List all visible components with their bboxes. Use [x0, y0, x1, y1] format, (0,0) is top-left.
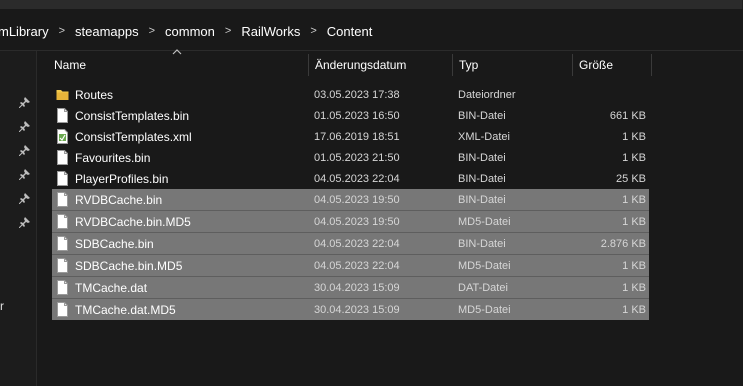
column-header-name[interactable]: Name — [54, 52, 86, 78]
file-icon — [56, 192, 69, 207]
file-date: 04.05.2023 19:50 — [314, 215, 400, 228]
column-divider[interactable] — [452, 54, 453, 76]
file-name: Routes — [75, 87, 114, 102]
pin-icon[interactable] — [18, 121, 31, 133]
chevron-right-icon[interactable]: > — [310, 25, 316, 37]
file-size: 1 KB — [622, 130, 646, 143]
file-row[interactable]: TMCache.dat 30.04.2023 15:09 DAT-Datei 1 KB — [52, 276, 649, 298]
file-size: 1 KB — [622, 303, 646, 316]
pin-icon[interactable] — [18, 217, 31, 229]
file-row[interactable]: SDBCache.bin.MD5 04.05.2023 22:04 MD5-Date… — [52, 254, 649, 276]
pin-icon[interactable] — [18, 97, 31, 109]
file-type: BIN-Datei — [458, 193, 506, 206]
file-row[interactable]: RVDBCache.bin 04.05.2023 19:50 BIN-Datei 1 … — [52, 189, 649, 210]
xml-file-icon — [56, 129, 69, 144]
breadcrumb-item[interactable]: mLibrary — [0, 24, 49, 39]
breadcrumb-item[interactable]: RailWorks — [241, 24, 300, 39]
file-name: PlayerProfiles.bin — [75, 171, 169, 186]
file-date: 04.05.2023 22:04 — [314, 259, 400, 272]
file-row[interactable]: TMCache.dat.MD5 30.04.2023 15:09 MD5-Datei… — [52, 298, 649, 320]
file-type: MD5-Datei — [458, 303, 511, 316]
file-row[interactable]: PlayerProfiles.bin 04.05.2023 22:04 BIN-Da… — [52, 168, 649, 189]
file-list: Routes 03.05.2023 17:38 Dateiordner Consist… — [52, 84, 649, 320]
nav-item-label[interactable]: r — [0, 299, 4, 313]
file-name: SDBCache.bin — [75, 236, 154, 251]
file-name: ConsistTemplates.bin — [75, 108, 190, 123]
file-name: RVDBCache.bin.MD5 — [75, 214, 191, 229]
file-type: BIN-Datei — [458, 237, 506, 250]
file-icon — [56, 280, 69, 295]
breadcrumb[interactable]: mLibrary > steamapps > common > RailWorks > Cont… — [0, 12, 743, 51]
file-date: 30.04.2023 15:09 — [314, 281, 400, 294]
pin-icon[interactable] — [18, 169, 31, 181]
file-size: 1 KB — [622, 151, 646, 164]
column-divider[interactable] — [308, 54, 309, 76]
file-icon — [56, 258, 69, 273]
file-name: SDBCache.bin.MD5 — [75, 258, 183, 273]
column-header-row: Name Änderungsdatum Typ Größe — [52, 52, 652, 78]
navigation-pane[interactable]: r — [0, 51, 37, 386]
file-name: TMCache.dat — [75, 280, 148, 295]
file-type: MD5-Datei — [458, 259, 511, 272]
column-divider[interactable] — [651, 54, 652, 76]
file-row[interactable]: SDBCache.bin 04.05.2023 22:04 BIN-Datei 2.8… — [52, 232, 649, 254]
file-name: Favourites.bin — [75, 150, 151, 165]
file-size: 1 KB — [622, 215, 646, 228]
chevron-right-icon[interactable]: > — [59, 25, 65, 37]
file-type: BIN-Datei — [458, 109, 506, 122]
file-type: Dateiordner — [458, 88, 516, 101]
breadcrumb-item[interactable]: Content — [327, 24, 373, 39]
file-size: 1 KB — [622, 193, 646, 206]
file-type: MD5-Datei — [458, 215, 511, 228]
file-date: 17.06.2019 18:51 — [314, 130, 400, 143]
file-type: BIN-Datei — [458, 172, 506, 185]
pin-icon[interactable] — [18, 193, 31, 205]
file-date: 01.05.2023 21:50 — [314, 151, 400, 164]
file-date: 03.05.2023 17:38 — [314, 88, 400, 101]
file-type: BIN-Datei — [458, 151, 506, 164]
file-date: 01.05.2023 16:50 — [314, 109, 400, 122]
file-type: XML-Datei — [458, 130, 510, 143]
file-size: 2.876 KB — [600, 237, 646, 250]
file-name: ConsistTemplates.xml — [75, 129, 192, 144]
file-type: DAT-Datei — [458, 281, 508, 294]
file-date: 04.05.2023 19:50 — [314, 193, 400, 206]
file-row[interactable]: ConsistTemplates.xml 17.06.2019 18:51 XML-… — [52, 126, 649, 147]
file-date: 04.05.2023 22:04 — [314, 172, 400, 185]
column-header-type[interactable]: Typ — [459, 52, 478, 78]
column-header-date[interactable]: Änderungsdatum — [315, 52, 406, 78]
file-row[interactable]: Favourites.bin 01.05.2023 21:50 BIN-Datei 1… — [52, 147, 649, 168]
file-date: 04.05.2023 22:04 — [314, 237, 400, 250]
window-top-strip — [0, 0, 743, 9]
file-icon — [56, 108, 69, 123]
file-icon — [56, 150, 69, 165]
breadcrumb-item[interactable]: steamapps — [75, 24, 139, 39]
chevron-right-icon[interactable]: > — [149, 25, 155, 37]
file-row[interactable]: Routes 03.05.2023 17:38 Dateiordner — [52, 84, 649, 105]
file-icon — [56, 171, 69, 186]
file-icon — [56, 236, 69, 251]
file-date: 30.04.2023 15:09 — [314, 303, 400, 316]
pin-icon[interactable] — [18, 145, 31, 157]
file-row[interactable]: ConsistTemplates.bin 01.05.2023 16:50 BIN-… — [52, 105, 649, 126]
file-icon — [56, 302, 69, 317]
file-size: 1 KB — [622, 259, 646, 272]
file-size: 1 KB — [622, 281, 646, 294]
folder-icon — [56, 87, 69, 102]
chevron-right-icon[interactable]: > — [225, 25, 231, 37]
title-bar-region — [0, 0, 742, 9]
breadcrumb-item[interactable]: common — [165, 24, 215, 39]
column-divider[interactable] — [572, 54, 573, 76]
file-name: TMCache.dat.MD5 — [75, 302, 176, 317]
column-header-size[interactable]: Größe — [579, 52, 613, 78]
file-row[interactable]: RVDBCache.bin.MD5 04.05.2023 19:50 MD5-Dat… — [52, 210, 649, 232]
file-name: RVDBCache.bin — [75, 192, 163, 207]
file-size: 25 KB — [616, 172, 646, 185]
file-size: 661 KB — [609, 109, 646, 122]
file-icon — [56, 214, 69, 229]
